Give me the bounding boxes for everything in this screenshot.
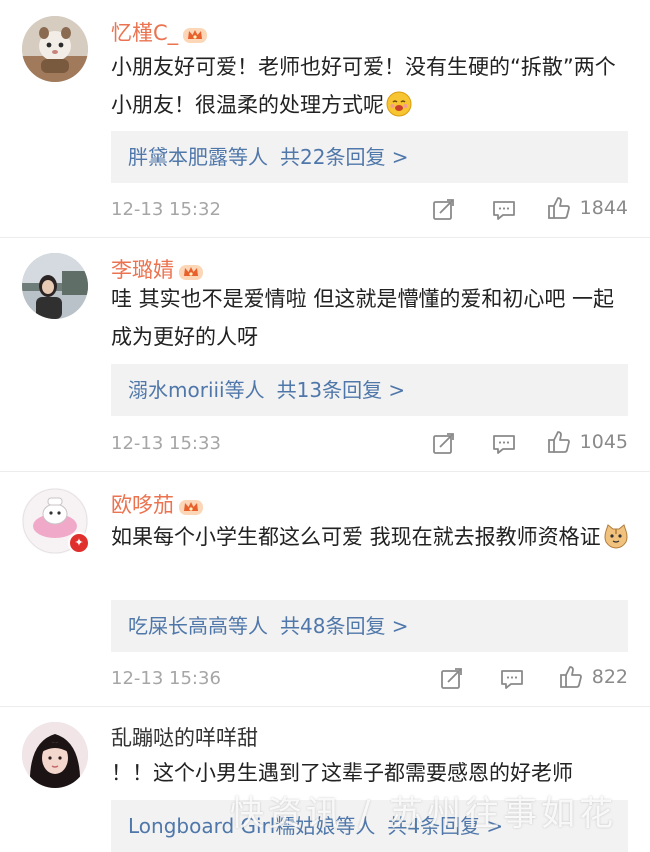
reply-users: 吃屎长高高等人: [128, 614, 268, 638]
timestamp: 12-13 15:33: [111, 433, 221, 454]
avatar[interactable]: [22, 253, 88, 319]
divider: [0, 706, 650, 707]
like-button[interactable]: 1844: [546, 195, 628, 225]
username-text: 欧哆茄: [111, 493, 174, 517]
smiling-blush-emoji: [386, 91, 412, 117]
comment-icon[interactable]: [499, 664, 525, 694]
divider: [0, 237, 650, 238]
reply-users: Longboard Girl糯姑娘等人: [128, 814, 376, 838]
comment-text: 小朋友好可爱！老师也好可爱！没有生硬的“拆散”两个小朋友！很温柔的处理方式呢: [111, 48, 631, 124]
avatar-image: [22, 722, 88, 788]
avatar-image: [22, 16, 88, 82]
avatar[interactable]: [22, 16, 88, 82]
comment-text: 哇 其实也不是爱情啦 但这就是懵懂的爱和初心吧 一起成为更好的人呀: [111, 280, 631, 356]
like-count: 1045: [579, 431, 628, 453]
comment-text: 如果每个小学生都这么可爱 我现在就去报教师资格证: [111, 518, 631, 556]
username[interactable]: 忆槿C_: [111, 17, 208, 47]
reply-users: 溺水moriii等人: [128, 378, 265, 402]
comment-icon[interactable]: [491, 195, 517, 225]
username[interactable]: 乱蹦哒的咩咩甜: [111, 722, 258, 752]
like-button[interactable]: 822: [558, 664, 628, 694]
like-count: 1844: [579, 197, 628, 219]
like-icon: [547, 431, 570, 453]
comment-icon[interactable]: [491, 429, 517, 459]
timestamp: 12-13 15:32: [111, 199, 221, 220]
repost-icon[interactable]: [439, 664, 465, 694]
username-text: 乱蹦哒的咩咩甜: [111, 726, 258, 750]
username-text: 李璐婧: [111, 258, 174, 282]
reply-count: 共22条回复 >: [280, 145, 409, 169]
verified-badge: ✦: [68, 532, 90, 554]
reply-count: 共4条回复 >: [387, 814, 504, 838]
avatar[interactable]: [22, 722, 88, 788]
vip-crown-icon: [178, 261, 204, 281]
divider: [0, 471, 650, 472]
comment-body: 小朋友好可爱！老师也好可爱！没有生硬的“拆散”两个小朋友！很温柔的处理方式呢: [111, 55, 616, 117]
like-icon: [559, 666, 582, 688]
reply-count: 共48条回复 >: [280, 614, 409, 638]
username-text: 忆槿C_: [111, 21, 179, 45]
replies-link[interactable]: 溺水moriii等人 共13条回复 >: [111, 364, 628, 416]
replies-link[interactable]: Longboard Girl糯姑娘等人 共4条回复 >: [111, 800, 628, 852]
reply-users: 胖黛本肥露等人: [128, 145, 268, 169]
like-button[interactable]: 1045: [546, 429, 628, 459]
vip-crown-icon: [182, 24, 208, 44]
repost-icon[interactable]: [431, 429, 457, 459]
repost-icon[interactable]: [431, 195, 457, 225]
vip-crown-icon: [178, 496, 204, 516]
username[interactable]: 欧哆茄: [111, 489, 204, 519]
like-icon: [547, 197, 570, 219]
like-count: 822: [591, 666, 628, 688]
replies-link[interactable]: 胖黛本肥露等人 共22条回复 >: [111, 131, 628, 183]
comment-body: ！！这个小男生遇到了这辈子都需要感恩的好老师: [111, 761, 573, 785]
timestamp: 12-13 15:36: [111, 668, 221, 689]
replies-link[interactable]: 吃屎长高高等人 共48条回复 >: [111, 600, 628, 652]
reply-count: 共13条回复 >: [276, 378, 406, 402]
comment-meta: 12-13 15:32 1844: [111, 195, 631, 225]
comment-body: 哇 其实也不是爱情啦 但这就是懵懂的爱和初心吧 一起成为更好的人呀: [111, 287, 615, 349]
avatar-image: [22, 253, 88, 319]
comment-meta: 12-13 15:36 822: [111, 664, 631, 694]
comment-body: 如果每个小学生都这么可爱 我现在就去报教师资格证: [111, 525, 601, 549]
comment-meta: 12-13 15:33 1045: [111, 429, 631, 459]
cat-face-emoji: [603, 523, 629, 549]
comment-text: ！！这个小男生遇到了这辈子都需要感恩的好老师: [111, 754, 631, 792]
